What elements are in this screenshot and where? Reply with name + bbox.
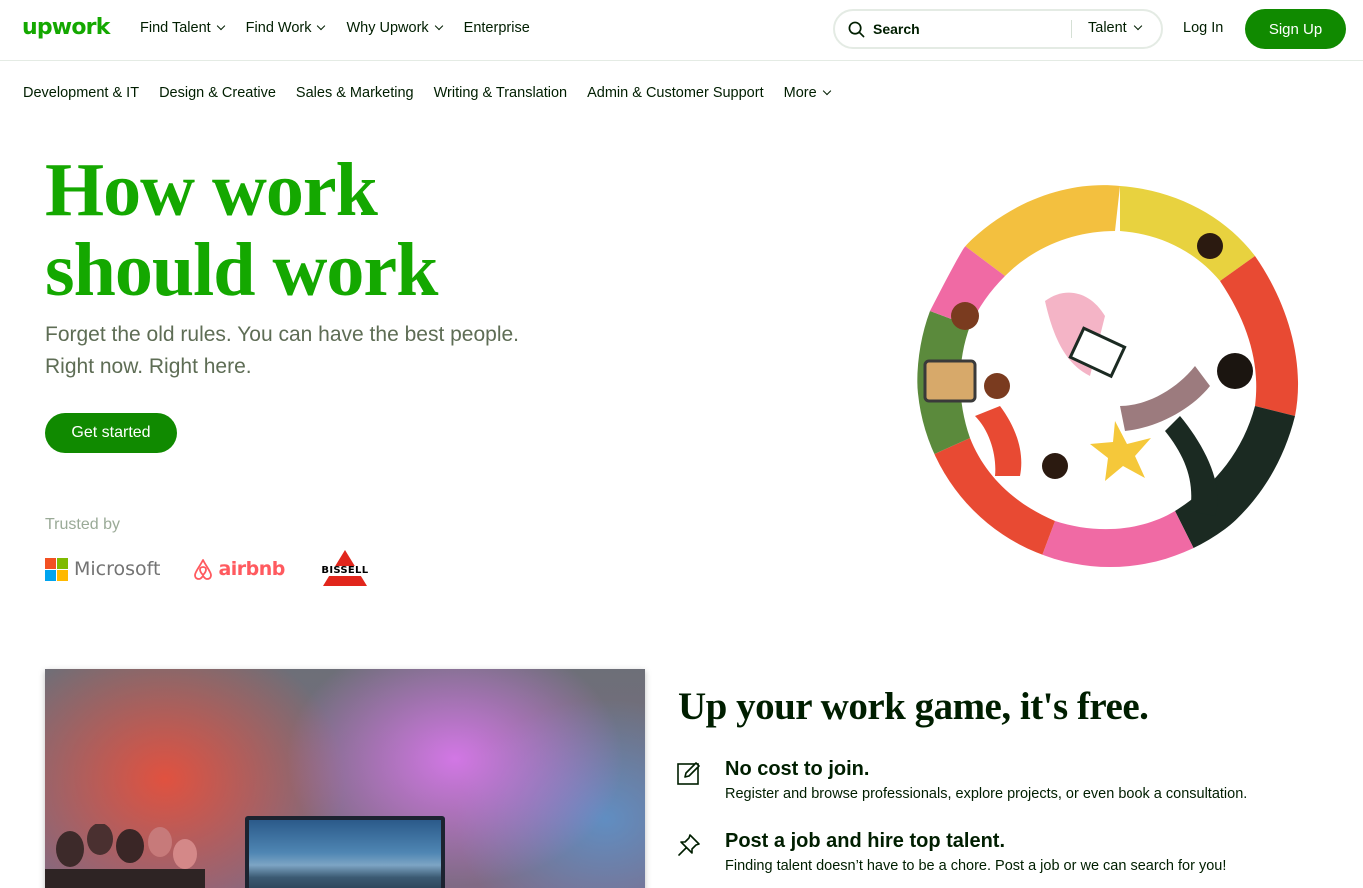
search-divider xyxy=(1071,20,1072,38)
hero-title-line1: How work xyxy=(45,148,378,232)
category-writing-translation[interactable]: Writing & Translation xyxy=(434,85,568,101)
search-icon[interactable] xyxy=(848,21,865,38)
bissell-logo-text: BISSELL xyxy=(321,565,369,576)
hero-subtitle-line2: Right now. Right here. xyxy=(45,355,252,378)
nav-enterprise-label: Enterprise xyxy=(463,20,530,36)
bissell-logo: BISSELL xyxy=(317,550,373,588)
chevron-down-icon xyxy=(822,86,831,96)
chevron-down-icon xyxy=(1133,21,1142,31)
search-category-label: Talent xyxy=(1088,20,1127,36)
nav-find-work-label: Find Work xyxy=(245,20,312,36)
laptop-image xyxy=(245,816,445,888)
category-more[interactable]: More xyxy=(783,85,831,101)
hero-subtitle-line1: Forget the old rules. You can have the b… xyxy=(45,323,520,346)
pin-icon xyxy=(678,834,700,856)
category-design-creative[interactable]: Design & Creative xyxy=(159,85,276,101)
hero-illustration xyxy=(917,181,1303,567)
trusted-by-label: Trusted by xyxy=(45,516,120,533)
feature-title: Post a job and hire top talent. xyxy=(725,830,1006,852)
category-development-it[interactable]: Development & IT xyxy=(23,85,139,101)
login-link[interactable]: Log In xyxy=(1183,20,1223,36)
hero-title: How work should work xyxy=(45,150,565,310)
hero-subtitle: Forget the old rules. You can have the b… xyxy=(45,319,605,383)
search-input[interactable] xyxy=(873,19,1063,39)
category-nav: Development & IT Design & Creative Sales… xyxy=(23,85,831,101)
chevron-down-icon xyxy=(216,21,225,31)
top-navigation: upwork Find Talent Find Work Why Upwork … xyxy=(0,0,1363,61)
signup-button[interactable]: Sign Up xyxy=(1245,9,1346,49)
feature-description: Register and browse professionals, explo… xyxy=(725,786,1248,802)
category-sales-marketing[interactable]: Sales & Marketing xyxy=(296,85,414,101)
airbnb-logo-text: airbnb xyxy=(218,558,285,580)
category-admin-support[interactable]: Admin & Customer Support xyxy=(587,85,764,101)
microsoft-logo: Microsoft xyxy=(45,557,161,581)
trusted-logos: Microsoft airbnb BISSELL xyxy=(45,550,373,588)
laptop-screen xyxy=(249,820,441,888)
feature-title: No cost to join. xyxy=(725,758,870,780)
search-category-select[interactable]: Talent xyxy=(1088,20,1142,36)
chevron-down-icon xyxy=(434,21,443,31)
flowers-image xyxy=(45,824,205,888)
search-bar: Talent xyxy=(833,9,1163,49)
section-title: Up your work game, it's free. xyxy=(678,685,1149,728)
nav-find-work[interactable]: Find Work xyxy=(245,20,326,36)
workspace-photo xyxy=(45,669,645,888)
airbnb-logo: airbnb xyxy=(192,557,285,581)
microsoft-logo-text: Microsoft xyxy=(74,558,161,580)
category-more-label: More xyxy=(783,85,817,101)
nav-why-upwork[interactable]: Why Upwork xyxy=(346,20,443,36)
chevron-down-icon xyxy=(317,21,326,31)
main-nav: Find Talent Find Work Why Upwork Enterpr… xyxy=(140,20,530,36)
get-started-button[interactable]: Get started xyxy=(45,413,177,453)
upwork-logo[interactable]: upwork xyxy=(22,15,110,40)
edit-icon xyxy=(677,762,700,785)
nav-why-upwork-label: Why Upwork xyxy=(346,20,429,36)
nav-find-talent-label: Find Talent xyxy=(140,20,211,36)
nav-find-talent[interactable]: Find Talent xyxy=(140,20,225,36)
airbnb-belo-icon xyxy=(194,559,213,580)
hero-title-line2: should work xyxy=(45,228,438,312)
nav-enterprise[interactable]: Enterprise xyxy=(464,20,530,36)
feature-description: Finding talent doesn’t have to be a chor… xyxy=(725,858,1227,874)
microsoft-grid-icon xyxy=(45,557,68,581)
